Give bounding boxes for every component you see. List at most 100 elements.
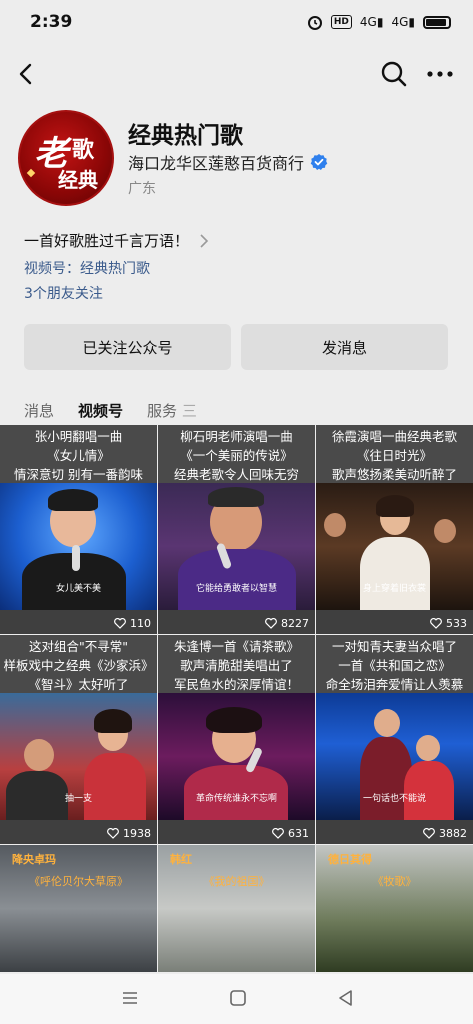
video-song: 《我的祖国》 [203,875,270,888]
home-square-icon[interactable] [228,988,248,1008]
video-title-line: 朱逢博一首《请茶歌》 [173,639,299,654]
video-artist: 德日其得 [328,853,372,866]
heart-icon [423,828,435,839]
signal-icon-2: 4G▮ [391,15,415,29]
video-card-title: 柳石明老师演唱一曲 《一个美丽的传说》 经典老歌令人回味无穷 [158,425,315,483]
video-card[interactable]: 降央卓玛 《呼伦贝尔大草原》 [0,845,157,972]
video-subtitle: 一句话也不能说 [362,794,426,804]
likes-value: 3882 [439,827,467,840]
followed-account-button[interactable]: 已关注公众号 [24,324,231,370]
video-card[interactable]: 柳石明老师演唱一曲 《一个美丽的传说》 经典老歌令人回味无穷 它能给勇敢者以智慧… [158,425,315,634]
video-title-line: 《女儿情》 [47,448,110,463]
status-bar: 2:39 HD 4G▮ 4G▮ [0,0,473,44]
video-subtitle: 革命传统谁永不忘啊 [195,794,277,804]
video-title-line: 柳石明老师演唱一曲 [180,429,293,444]
signal-icon-1: 4G▮ [359,15,384,29]
back-triangle-icon[interactable] [336,988,356,1008]
video-card[interactable]: 一对知青夫妻当众唱了 一首《共和国之恋》 命全场泪奔爱情让人羡慕 一句话也不能说… [316,635,473,844]
nav-bar [0,52,473,96]
performer-body [84,753,146,823]
video-card[interactable]: 朱逢博一首《请茶歌》 歌声清脆甜美唱出了 军民鱼水的深厚情谊！ 革命传统谁永不忘… [158,635,315,844]
heart-icon [114,618,126,629]
video-title-line: 一首《共和国之恋》 [338,658,451,673]
video-card[interactable]: 韩红 《我的祖国》 [158,845,315,972]
likes-value: 1938 [123,827,151,840]
status-time: 2:39 [30,12,73,32]
video-title-line: 经典老歌令人回味无穷 [173,467,299,482]
video-card[interactable]: 德日其得 《牧歌》 [316,845,473,972]
video-card-title: 一对知青夫妻当众唱了 一首《共和国之恋》 命全场泪奔爱情让人羡慕 [316,635,473,693]
video-title-line: 歌声清脆甜美唱出了 [180,658,293,673]
video-title-line: 一对知青夫妻当众唱了 [331,639,457,654]
heart-icon [107,828,119,839]
singer-body [360,537,430,613]
avatar[interactable]: 老 歌 经典 [18,110,114,206]
network-label-1: 4G [359,15,377,29]
orchestra-member [324,513,346,537]
video-subtitle: 抽一支 [64,794,92,804]
battery-icon [423,15,451,29]
likes-count: 8227 [265,617,309,630]
tab-bar: 消息 视频号 服务 三 [24,400,221,429]
video-song: 《呼伦贝尔大草原》 [29,875,128,888]
video-subtitle: 女儿美不美 [55,584,101,594]
video-grid: 张小明翻唱一曲 《女儿情》 情深意切 别有一番韵味 女儿美不美 110 柳石明老… [0,425,473,972]
likes-count: 1938 [107,827,151,840]
video-card-title: 这对组合"不寻常" 样板戏中之经典《沙家浜》 《智斗》太好听了 [0,635,157,693]
heart-icon [265,618,277,629]
singer-hair [208,487,264,507]
menu-lines-icon: 三 [181,402,197,420]
account-region: 广东 [128,181,156,197]
video-card[interactable]: 这对组合"不寻常" 样板戏中之经典《沙家浜》 《智斗》太好听了 抽一支 1938 [0,635,157,844]
video-title-line: 徐霞演唱一曲经典老歌 [331,429,457,444]
performer-hair [94,709,132,733]
orchestra-member [434,519,456,543]
verified-badge-icon [310,154,328,170]
likes-count: 631 [272,827,309,840]
likes-value: 8227 [281,617,309,630]
friends-follow-link[interactable]: 3个朋友关注 [24,283,103,303]
tab-services-label: 服务 [147,402,178,420]
avatar-char-2: 歌 [72,137,95,163]
tab-services[interactable]: 服务 三 [147,400,197,427]
system-nav-bar [0,974,473,1024]
tab-messages[interactable]: 消息 [24,400,54,427]
status-icons: HD 4G▮ 4G▮ [307,14,451,30]
video-title-line: 《一个美丽的传说》 [180,448,293,463]
tab-channels[interactable]: 视频号 [78,400,123,429]
more-dots-icon[interactable] [422,58,458,90]
video-title-line: 情深意切 别有一番韵味 [14,467,143,482]
bio-text: 一首好歌胜过千言万语！ [24,232,190,250]
video-title-line: 《往日时光》 [356,448,432,463]
account-org: 海口龙华区莲憨百货商行 [128,154,305,173]
search-icon[interactable] [378,58,410,90]
channel-link[interactable]: 视频号：经典热门歌 [24,258,150,278]
bio-row[interactable]: 一首好歌胜过千言万语！ [24,230,209,251]
chevron-left-icon[interactable] [12,58,44,90]
menu-icon[interactable] [120,988,140,1008]
likes-count: 110 [114,617,151,630]
likes-value: 631 [288,827,309,840]
video-title-line: 军民鱼水的深厚情谊！ [173,677,299,692]
singer-hair [376,495,414,517]
network-label-2: 4G [391,15,409,29]
alarm-icon [307,16,322,30]
video-card[interactable]: 张小明翻唱一曲 《女儿情》 情深意切 别有一番韵味 女儿美不美 110 [0,425,157,634]
video-card-title: 朱逢博一首《请茶歌》 歌声清脆甜美唱出了 军民鱼水的深厚情谊！ [158,635,315,693]
singer-hair [48,489,98,511]
likes-count: 3882 [423,827,467,840]
video-card[interactable]: 徐霞演唱一曲经典老歌 《往日时光》 歌声悠扬柔美动听醉了 身上穿着旧衣裳 533 [316,425,473,634]
video-title-line: 这对组合"不寻常" [29,639,128,654]
likes-value: 110 [130,617,151,630]
video-card-title: 徐霞演唱一曲经典老歌 《往日时光》 歌声悠扬柔美动听醉了 [316,425,473,483]
send-message-button[interactable]: 发消息 [241,324,448,370]
chevron-right-icon [200,233,209,248]
video-artist: 降央卓玛 [12,853,56,866]
video-subtitle: 身上穿着旧衣裳 [362,584,426,594]
account-org-row: 海口龙华区莲憨百货商行 [128,150,328,174]
video-title-line: 样板戏中之经典《沙家浜》 [3,658,154,673]
video-title-line: 歌声悠扬柔美动听醉了 [331,467,457,482]
video-card-title: 张小明翻唱一曲 《女儿情》 情深意切 别有一番韵味 [0,425,157,483]
video-subtitle: 它能给勇敢者以智慧 [195,584,277,594]
singer-face [374,709,400,737]
